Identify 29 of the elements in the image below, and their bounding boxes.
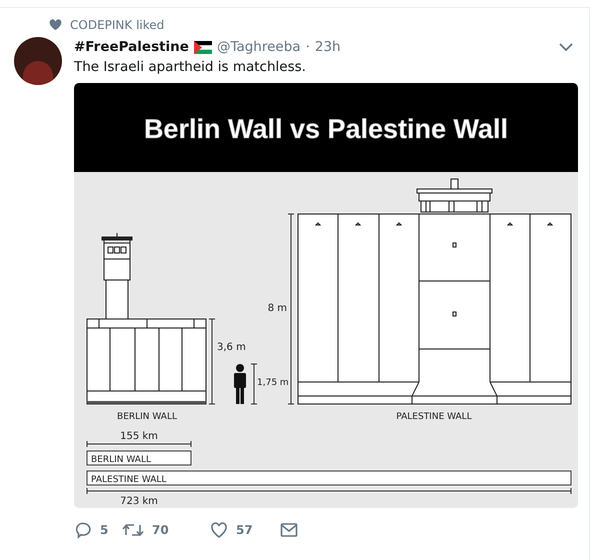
diagram-label: PALESTINE WALL [396, 412, 472, 422]
avatar[interactable] [14, 37, 62, 85]
person-figure [234, 364, 246, 404]
timestamp[interactable]: 23h [314, 39, 341, 55]
image-title: Berlin Wall vs Palestine Wall [144, 114, 508, 144]
dimension-line [250, 364, 258, 404]
diagram-label: BERLIN WALL [91, 455, 151, 465]
separator-dot: · [306, 39, 310, 55]
liked-by-text: CODEPINK liked [70, 18, 164, 32]
reply-button[interactable]: 5 [74, 521, 122, 539]
retweet-icon [122, 521, 144, 539]
diagram-label: 8 m [268, 303, 287, 314]
diagram-label: 1,75 m [257, 378, 289, 388]
diagram-label: 155 km [120, 431, 158, 442]
caret-icon[interactable] [559, 42, 573, 52]
diagram-label: BERLIN WALL [117, 412, 177, 422]
heart-icon [49, 19, 62, 31]
username[interactable]: @Taghreeba [216, 39, 301, 55]
like-button[interactable]: 57 [210, 521, 280, 539]
diagram-label: 3,6 m [217, 342, 246, 353]
heart-icon [210, 521, 228, 539]
diagram-label: PALESTINE WALL [91, 475, 166, 485]
display-name[interactable]: #FreePalestine [74, 39, 189, 55]
envelope-icon [280, 522, 298, 538]
retweet-button[interactable]: 70 [122, 521, 210, 539]
flag-icon [194, 40, 212, 54]
reply-icon [74, 521, 92, 539]
tweet-text: The Israeli apartheid is matchless. [74, 59, 307, 75]
diagram-label: 723 km [120, 496, 158, 507]
